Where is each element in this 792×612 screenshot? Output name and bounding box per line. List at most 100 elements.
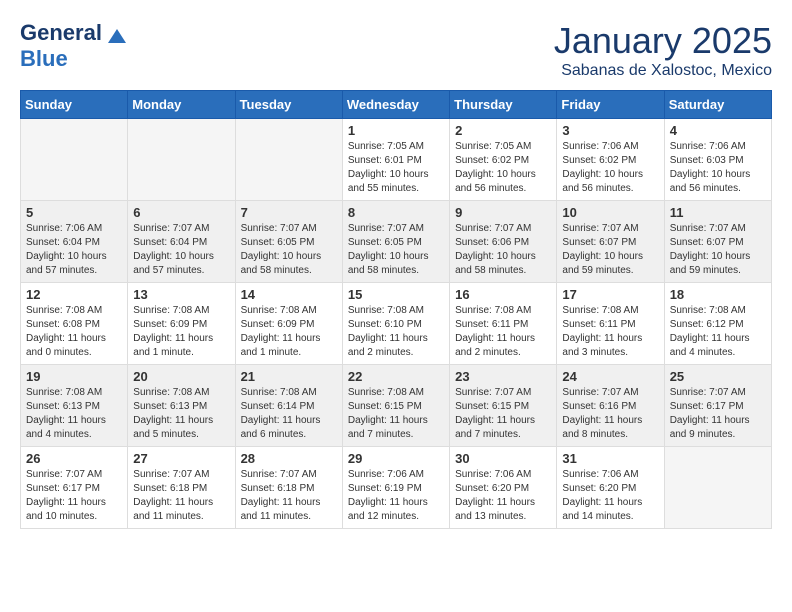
calendar-cell: 15 Sunrise: 7:08 AMSunset: 6:10 PMDayligh… — [342, 283, 449, 365]
calendar-cell: 10 Sunrise: 7:07 AMSunset: 6:07 PMDayligh… — [557, 201, 664, 283]
calendar-cell — [21, 119, 128, 201]
calendar-cell: 6 Sunrise: 7:07 AMSunset: 6:04 PMDaylight… — [128, 201, 235, 283]
day-info: Sunrise: 7:06 AMSunset: 6:03 PMDaylight:… — [670, 140, 766, 196]
calendar-cell: 26 Sunrise: 7:07 AMSunset: 6:17 PMDayligh… — [21, 447, 128, 529]
day-info: Sunrise: 7:08 AMSunset: 6:09 PMDaylight:… — [241, 304, 337, 360]
calendar-table: SundayMondayTuesdayWednesdayThursdayFrid… — [20, 90, 772, 529]
page-header: General Blue January 2025 Sabanas de Xal… — [20, 20, 772, 80]
weekday-header-sunday: Sunday — [21, 91, 128, 119]
calendar-cell: 28 Sunrise: 7:07 AMSunset: 6:18 PMDayligh… — [235, 447, 342, 529]
day-number: 31 — [562, 451, 658, 466]
calendar-week-row: 1Sunrise: 7:05 AMSunset: 6:01 PMDaylight… — [21, 119, 772, 201]
day-info: Sunrise: 7:07 AMSunset: 6:07 PMDaylight:… — [562, 222, 658, 278]
calendar-cell: 13 Sunrise: 7:08 AMSunset: 6:09 PMDayligh… — [128, 283, 235, 365]
day-info: Sunrise: 7:07 AMSunset: 6:07 PMDaylight:… — [670, 222, 766, 278]
weekday-header-row: SundayMondayTuesdayWednesdayThursdayFrid… — [21, 91, 772, 119]
calendar-cell: 5Sunrise: 7:06 AMSunset: 6:04 PMDaylight… — [21, 201, 128, 283]
calendar-cell: 17 Sunrise: 7:08 AMSunset: 6:11 PMDayligh… — [557, 283, 664, 365]
calendar-cell: 1Sunrise: 7:05 AMSunset: 6:01 PMDaylight… — [342, 119, 449, 201]
day-info: Sunrise: 7:07 AMSunset: 6:16 PMDaylight:… — [562, 386, 658, 442]
calendar-cell: 3 Sunrise: 7:06 AMSunset: 6:02 PMDaylight… — [557, 119, 664, 201]
day-info: Sunrise: 7:07 AMSunset: 6:18 PMDaylight:… — [133, 468, 229, 524]
day-info: Sunrise: 7:08 AMSunset: 6:08 PMDaylight:… — [26, 304, 122, 360]
day-number: 24 — [562, 369, 658, 384]
day-info: Sunrise: 7:08 AMSunset: 6:10 PMDaylight:… — [348, 304, 444, 360]
day-info: Sunrise: 7:07 AMSunset: 6:17 PMDaylight:… — [26, 468, 122, 524]
weekday-header-tuesday: Tuesday — [235, 91, 342, 119]
logo-icon — [108, 29, 126, 43]
day-number: 6 — [133, 205, 229, 220]
calendar-cell: 19 Sunrise: 7:08 AMSunset: 6:13 PMDayligh… — [21, 365, 128, 447]
day-number: 12 — [26, 287, 122, 302]
day-info: Sunrise: 7:07 AMSunset: 6:05 PMDaylight:… — [241, 222, 337, 278]
day-info: Sunrise: 7:08 AMSunset: 6:13 PMDaylight:… — [133, 386, 229, 442]
day-number: 30 — [455, 451, 551, 466]
logo: General Blue — [20, 20, 126, 72]
day-info: Sunrise: 7:07 AMSunset: 6:15 PMDaylight:… — [455, 386, 551, 442]
day-number: 20 — [133, 369, 229, 384]
day-info: Sunrise: 7:05 AMSunset: 6:01 PMDaylight:… — [348, 140, 444, 196]
title-section: January 2025 Sabanas de Xalostoc, Mexico — [554, 20, 772, 80]
day-number: 17 — [562, 287, 658, 302]
calendar-cell: 22Sunrise: 7:08 AMSunset: 6:15 PMDayligh… — [342, 365, 449, 447]
calendar-cell: 31Sunrise: 7:06 AMSunset: 6:20 PMDayligh… — [557, 447, 664, 529]
day-number: 15 — [348, 287, 444, 302]
calendar-cell: 21Sunrise: 7:08 AMSunset: 6:14 PMDayligh… — [235, 365, 342, 447]
day-info: Sunrise: 7:08 AMSunset: 6:15 PMDaylight:… — [348, 386, 444, 442]
calendar-cell: 30 Sunrise: 7:06 AMSunset: 6:20 PMDayligh… — [450, 447, 557, 529]
day-info: Sunrise: 7:07 AMSunset: 6:06 PMDaylight:… — [455, 222, 551, 278]
day-info: Sunrise: 7:08 AMSunset: 6:12 PMDaylight:… — [670, 304, 766, 360]
day-info: Sunrise: 7:05 AMSunset: 6:02 PMDaylight:… — [455, 140, 551, 196]
location-title: Sabanas de Xalostoc, Mexico — [554, 62, 772, 80]
day-info: Sunrise: 7:08 AMSunset: 6:09 PMDaylight:… — [133, 304, 229, 360]
calendar-cell: 18 Sunrise: 7:08 AMSunset: 6:12 PMDayligh… — [664, 283, 771, 365]
calendar-week-row: 19 Sunrise: 7:08 AMSunset: 6:13 PMDayligh… — [21, 365, 772, 447]
day-info: Sunrise: 7:06 AMSunset: 6:02 PMDaylight:… — [562, 140, 658, 196]
day-number: 8 — [348, 205, 444, 220]
calendar-cell: 7 Sunrise: 7:07 AMSunset: 6:05 PMDaylight… — [235, 201, 342, 283]
calendar-cell: 24 Sunrise: 7:07 AMSunset: 6:16 PMDayligh… — [557, 365, 664, 447]
day-number: 3 — [562, 123, 658, 138]
day-number: 7 — [241, 205, 337, 220]
day-number: 2 — [455, 123, 551, 138]
day-info: Sunrise: 7:07 AMSunset: 6:18 PMDaylight:… — [241, 468, 337, 524]
day-number: 11 — [670, 205, 766, 220]
calendar-cell: 4Sunrise: 7:06 AMSunset: 6:03 PMDaylight… — [664, 119, 771, 201]
day-info: Sunrise: 7:08 AMSunset: 6:11 PMDaylight:… — [455, 304, 551, 360]
day-number: 13 — [133, 287, 229, 302]
day-number: 25 — [670, 369, 766, 384]
day-number: 23 — [455, 369, 551, 384]
weekday-header-monday: Monday — [128, 91, 235, 119]
calendar-week-row: 26 Sunrise: 7:07 AMSunset: 6:17 PMDayligh… — [21, 447, 772, 529]
day-info: Sunrise: 7:06 AMSunset: 6:20 PMDaylight:… — [455, 468, 551, 524]
weekday-header-wednesday: Wednesday — [342, 91, 449, 119]
day-info: Sunrise: 7:07 AMSunset: 6:04 PMDaylight:… — [133, 222, 229, 278]
day-info: Sunrise: 7:08 AMSunset: 6:13 PMDaylight:… — [26, 386, 122, 442]
weekday-header-thursday: Thursday — [450, 91, 557, 119]
day-number: 28 — [241, 451, 337, 466]
day-number: 10 — [562, 205, 658, 220]
weekday-header-friday: Friday — [557, 91, 664, 119]
day-info: Sunrise: 7:07 AMSunset: 6:17 PMDaylight:… — [670, 386, 766, 442]
calendar-cell: 2 Sunrise: 7:05 AMSunset: 6:02 PMDaylight… — [450, 119, 557, 201]
day-number: 29 — [348, 451, 444, 466]
calendar-week-row: 12 Sunrise: 7:08 AMSunset: 6:08 PMDayligh… — [21, 283, 772, 365]
day-number: 26 — [26, 451, 122, 466]
calendar-cell: 16Sunrise: 7:08 AMSunset: 6:11 PMDayligh… — [450, 283, 557, 365]
logo-general: General — [20, 20, 102, 45]
calendar-cell: 20 Sunrise: 7:08 AMSunset: 6:13 PMDayligh… — [128, 365, 235, 447]
calendar-cell: 23 Sunrise: 7:07 AMSunset: 6:15 PMDayligh… — [450, 365, 557, 447]
day-info: Sunrise: 7:06 AMSunset: 6:04 PMDaylight:… — [26, 222, 122, 278]
day-number: 19 — [26, 369, 122, 384]
calendar-cell: 25 Sunrise: 7:07 AMSunset: 6:17 PMDayligh… — [664, 365, 771, 447]
calendar-cell — [235, 119, 342, 201]
calendar-cell: 14 Sunrise: 7:08 AMSunset: 6:09 PMDayligh… — [235, 283, 342, 365]
calendar-cell: 27Sunrise: 7:07 AMSunset: 6:18 PMDayligh… — [128, 447, 235, 529]
day-info: Sunrise: 7:08 AMSunset: 6:14 PMDaylight:… — [241, 386, 337, 442]
month-title: January 2025 — [554, 20, 772, 62]
day-number: 18 — [670, 287, 766, 302]
day-number: 14 — [241, 287, 337, 302]
day-info: Sunrise: 7:08 AMSunset: 6:11 PMDaylight:… — [562, 304, 658, 360]
calendar-cell: 8Sunrise: 7:07 AMSunset: 6:05 PMDaylight… — [342, 201, 449, 283]
calendar-cell: 9Sunrise: 7:07 AMSunset: 6:06 PMDaylight… — [450, 201, 557, 283]
